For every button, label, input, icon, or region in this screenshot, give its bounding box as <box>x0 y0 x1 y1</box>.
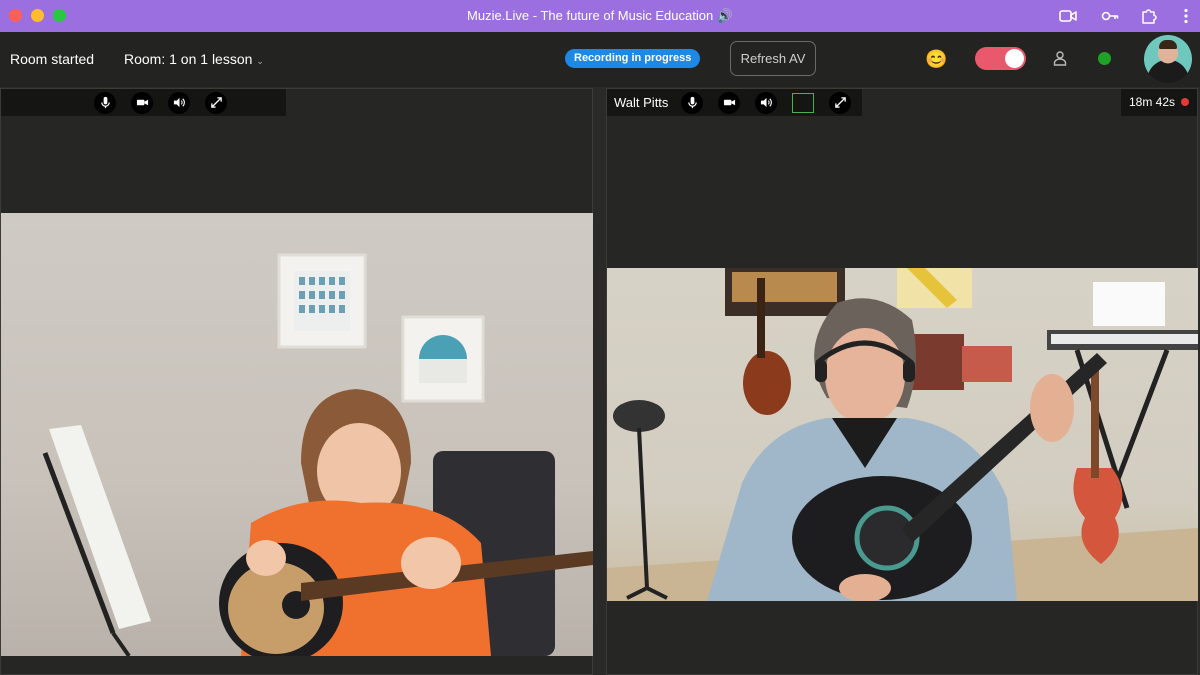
room-header: Room started Room: 1 on 1 lesson ⌄ Record… <box>0 32 1200 87</box>
window-titlebar: Muzie.Live - The future of Music Educati… <box>0 0 1200 32</box>
refresh-av-button[interactable]: Refresh AV <box>730 41 816 76</box>
person-icon[interactable] <box>1052 50 1068 66</box>
user-avatar[interactable] <box>1144 35 1192 83</box>
elapsed-time: 18m 42s <box>1128 95 1175 109</box>
toggle-switch[interactable] <box>975 47 1026 70</box>
participant-name: Walt Pitts <box>614 95 669 110</box>
video-camera-icon[interactable] <box>718 91 740 114</box>
chevron-down-icon: ⌄ <box>256 56 264 66</box>
connection-status-dot <box>1098 52 1111 65</box>
window-title: Muzie.Live - The future of Music Educati… <box>467 8 733 23</box>
teacher-video-feed <box>607 268 1198 601</box>
video-toolbar <box>1 89 286 116</box>
recording-dot-icon <box>1181 98 1189 106</box>
more-options-icon[interactable] <box>1177 7 1195 25</box>
frame-select-icon[interactable] <box>792 92 814 113</box>
video-toolbar: Walt Pitts <box>607 89 862 116</box>
recording-badge: Recording in progress <box>565 49 701 68</box>
fullscreen-icon[interactable] <box>829 91 851 114</box>
key-icon[interactable] <box>1101 7 1119 25</box>
camera-icon[interactable] <box>1059 7 1077 25</box>
room-name-dropdown[interactable]: Room: 1 on 1 lesson ⌄ <box>124 51 264 67</box>
student-video-feed <box>1 213 593 656</box>
video-panel-teacher: Walt Pitts 18m 42s <box>606 88 1198 675</box>
speaker-icon[interactable] <box>168 91 190 114</box>
room-status-label: Room started <box>10 51 95 67</box>
microphone-icon[interactable] <box>681 91 703 114</box>
session-timer: 18m 42s <box>1120 89 1197 116</box>
toggle-knob <box>1005 49 1024 68</box>
video-panel-student <box>0 88 593 675</box>
speaker-icon[interactable] <box>755 91 777 114</box>
emoji-reaction-button[interactable]: 😊 <box>925 49 947 69</box>
room-name-label: Room: 1 on 1 lesson <box>124 51 253 67</box>
video-camera-icon[interactable] <box>131 91 153 114</box>
fullscreen-icon[interactable] <box>205 91 227 114</box>
extensions-icon[interactable] <box>1140 7 1158 25</box>
microphone-icon[interactable] <box>94 91 116 114</box>
